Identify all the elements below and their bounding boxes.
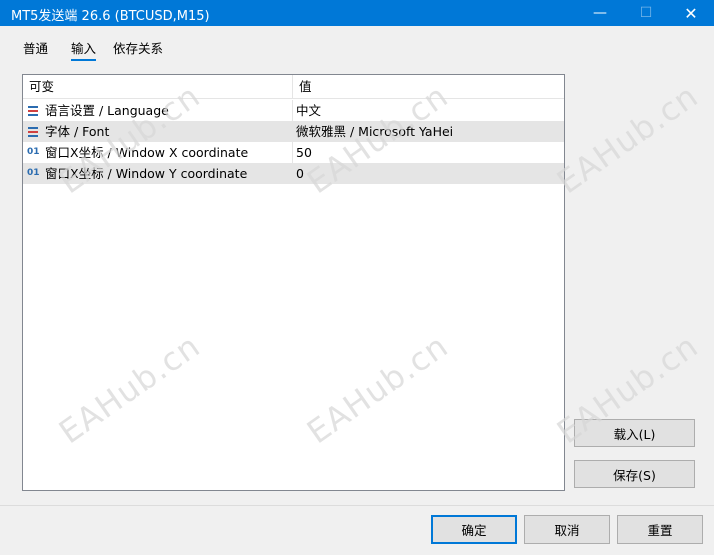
cancel-button[interactable]: 取消: [524, 515, 610, 544]
minimize-icon[interactable]: —: [577, 0, 623, 26]
parameter-name-cell: 字体 / Font: [23, 121, 293, 142]
tab-dependencies[interactable]: 依存关系: [113, 38, 163, 60]
table-row[interactable]: 01 窗口X坐标 / Window X coordinate 50: [23, 142, 564, 163]
save-button[interactable]: 保存(S): [574, 460, 695, 488]
column-header-variable[interactable]: 可变: [23, 75, 293, 99]
parameter-value[interactable]: 0: [293, 163, 564, 184]
int-icon: 01: [27, 147, 40, 157]
load-button[interactable]: 载入(L): [574, 419, 695, 447]
parameter-name-cell: 01 窗口X坐标 / Window X coordinate: [23, 142, 293, 163]
dialog-window: MT5发送端 26.6 (BTCUSD,M15) — ☐ ✕ 普通 输入 依存关…: [0, 0, 714, 555]
close-icon[interactable]: ✕: [668, 0, 714, 26]
tab-strip: 普通 输入 依存关系: [0, 38, 300, 62]
parameter-name-cell: 语言设置 / Language: [23, 100, 293, 121]
maximize-icon[interactable]: ☐: [623, 0, 669, 26]
grid-header: 可变 值: [23, 75, 564, 99]
tab-general[interactable]: 普通: [23, 38, 48, 60]
input-parameters-grid[interactable]: 可变 值 语言设置 / Language 中文 字体 / Font 微软雅黑 /…: [22, 74, 565, 491]
parameter-name: 语言设置 / Language: [45, 103, 169, 118]
window-title: MT5发送端 26.6 (BTCUSD,M15): [11, 9, 210, 24]
table-row[interactable]: 字体 / Font 微软雅黑 / Microsoft YaHei: [23, 121, 564, 142]
parameter-name: 窗口X坐标 / Window X coordinate: [45, 145, 249, 160]
table-row[interactable]: 语言设置 / Language 中文: [23, 100, 564, 121]
ok-button[interactable]: 确定: [431, 515, 517, 544]
parameter-name-cell: 01 窗口X坐标 / Window Y coordinate: [23, 163, 293, 184]
list-icon: [27, 104, 39, 116]
list-icon: [27, 125, 39, 137]
column-header-value[interactable]: 值: [293, 75, 564, 99]
parameter-name: 字体 / Font: [45, 124, 110, 139]
parameter-value[interactable]: 中文: [293, 100, 564, 121]
watermark: EAHub.cn: [550, 76, 706, 202]
table-row[interactable]: 01 窗口X坐标 / Window Y coordinate 0: [23, 163, 564, 184]
title-bar[interactable]: MT5发送端 26.6 (BTCUSD,M15) — ☐ ✕: [0, 0, 714, 26]
tab-inputs[interactable]: 输入: [71, 38, 97, 61]
parameter-value[interactable]: 50: [293, 142, 564, 163]
parameter-value[interactable]: 微软雅黑 / Microsoft YaHei: [293, 121, 564, 142]
int-icon: 01: [27, 168, 40, 178]
parameter-name: 窗口X坐标 / Window Y coordinate: [45, 166, 248, 181]
reset-button[interactable]: 重置: [617, 515, 703, 544]
